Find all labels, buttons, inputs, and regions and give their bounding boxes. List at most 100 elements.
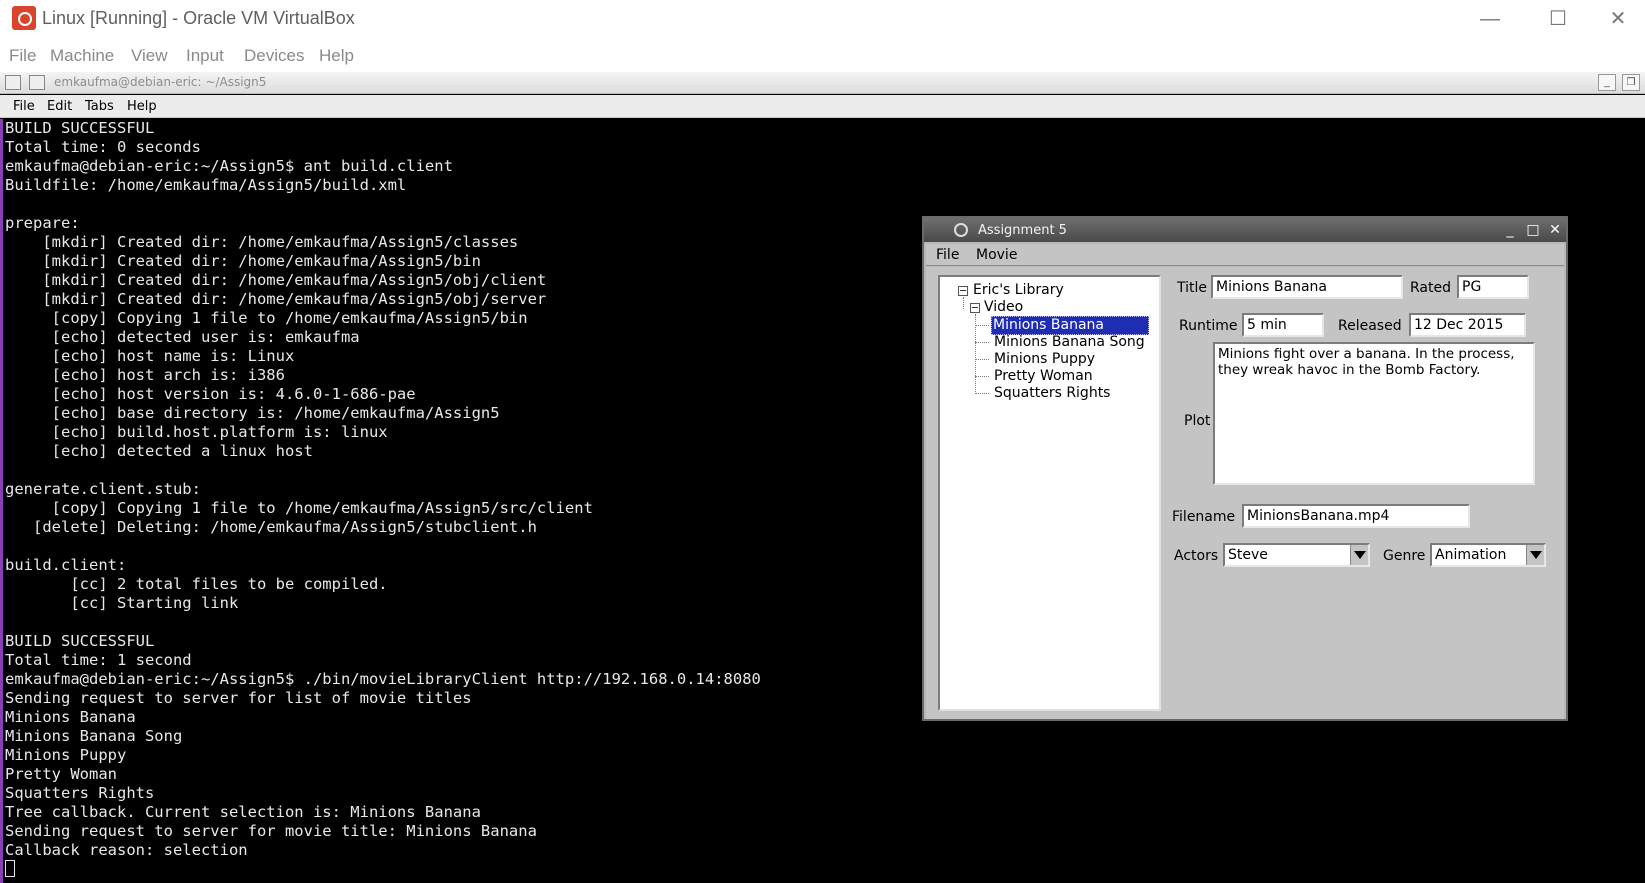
tree-item-minions-puppy[interactable]: Minions Puppy <box>994 351 1095 368</box>
vbox-menubar: File Machine View Input Devices Help <box>0 38 1645 72</box>
window-menu-icon[interactable] <box>954 223 968 237</box>
rated-label: Rated <box>1410 280 1451 296</box>
terminal-menu-tabs[interactable]: Tabs <box>85 99 114 114</box>
terminal-line: [copy] Copying 1 file to /home/emkaufma/… <box>5 499 593 517</box>
terminal-line: Buildfile: /home/emkaufma/Assign5/build.… <box>5 176 407 194</box>
terminal-cursor <box>5 860 761 879</box>
tree-item-minions-banana[interactable]: Minions Banana <box>991 316 1149 335</box>
terminal-line: Callback reason: selection <box>5 841 248 859</box>
vbox-titlebar: Linux [Running] - Oracle VM VirtualBox —… <box>0 0 1645 38</box>
terminal-menu-file[interactable]: File <box>13 99 35 114</box>
vbox-menu-file[interactable]: File <box>9 46 36 66</box>
terminal-line: Squatters Rights <box>5 784 155 802</box>
terminal-line: [cc] Starting link <box>5 594 239 612</box>
terminal-line: BUILD SUCCESSFUL <box>5 119 155 137</box>
terminal-line: Tree callback. Current selection is: Min… <box>5 803 481 821</box>
terminal-title: emkaufma@debian-eric: ~/Assign5 <box>54 75 267 89</box>
maximize-button[interactable]: ☐ <box>1538 4 1578 34</box>
actors-selected-value: Steve <box>1228 547 1268 563</box>
tree-category-node[interactable]: Video <box>984 299 1023 316</box>
terminal-minimize-button[interactable]: _ <box>1598 74 1616 91</box>
assignment-body: Eric's Library Video Minions Banana Mini… <box>926 267 1564 719</box>
terminal-line: [echo] host name is: Linux <box>5 347 295 365</box>
terminal-line: [mkdir] Created dir: /home/emkaufma/Assi… <box>5 233 519 251</box>
terminal-line: [mkdir] Created dir: /home/emkaufma/Assi… <box>5 271 547 289</box>
terminal-icon <box>5 75 21 90</box>
terminal-line: build.client: <box>5 556 127 574</box>
terminal-line: [copy] Copying 1 file to /home/emkaufma/… <box>5 309 528 327</box>
terminal-line: [echo] detected a linux host <box>5 442 313 460</box>
library-tree[interactable]: Eric's Library Video Minions Banana Mini… <box>938 275 1161 711</box>
assignment-menu-file[interactable]: File <box>936 247 959 263</box>
filename-field[interactable]: MinionsBanana.mp4 <box>1242 504 1470 528</box>
runtime-field[interactable]: 5 min <box>1242 313 1324 337</box>
actors-combobox[interactable]: Steve <box>1223 543 1370 567</box>
released-label: Released <box>1338 318 1402 334</box>
vbox-menu-input[interactable]: Input <box>186 46 224 66</box>
genre-selected-value: Animation <box>1435 547 1507 563</box>
terminal-line: Total time: 1 second <box>5 651 192 669</box>
runtime-label: Runtime <box>1179 318 1238 334</box>
terminal-line: Total time: 0 seconds <box>5 138 201 156</box>
assignment-close-button[interactable]: ✕ <box>1545 221 1565 239</box>
rated-field[interactable]: PG <box>1457 275 1529 299</box>
terminal-line: [echo] build.host.platform is: linux <box>5 423 388 441</box>
terminal-line: [mkdir] Created dir: /home/emkaufma/Assi… <box>5 252 481 270</box>
vbox-window-title: Linux [Running] - Oracle VM VirtualBox <box>42 8 355 28</box>
terminal-menubar: File Edit Tabs Help <box>0 95 1645 118</box>
terminal-line: Minions Puppy <box>5 746 127 764</box>
vbox-menu-devices[interactable]: Devices <box>244 46 304 66</box>
assignment-titlebar: Assignment 5 _ □ ✕ <box>924 218 1566 242</box>
tree-item-minions-banana-song[interactable]: Minions Banana Song <box>994 334 1145 351</box>
terminal-line: Sending request to server for list of mo… <box>5 689 472 707</box>
vbox-menu-view[interactable]: View <box>131 46 168 66</box>
terminal-line: Sending request to server for movie titl… <box>5 822 537 840</box>
tree-item-pretty-woman[interactable]: Pretty Woman <box>994 368 1093 385</box>
virtualbox-logo-icon <box>12 6 36 30</box>
terminal-restore-button[interactable]: ❐ <box>1622 74 1640 91</box>
terminal-line: [cc] 2 total files to be compiled. <box>5 575 388 593</box>
terminal-line: [echo] base directory is: /home/emkaufma… <box>5 404 500 422</box>
minimize-button[interactable]: — <box>1470 4 1510 34</box>
close-button[interactable]: ✕ <box>1598 4 1638 34</box>
assignment-menu-movie[interactable]: Movie <box>976 247 1017 263</box>
plot-textarea[interactable]: Minions fight over a banana. In the proc… <box>1213 342 1535 485</box>
assignment-menubar: File Movie <box>926 244 1564 266</box>
terminal-line: emkaufma@debian-eric:~/Assign5$ ./bin/mo… <box>5 670 761 688</box>
genre-label: Genre <box>1383 548 1426 564</box>
terminal-line: [delete] Deleting: /home/emkaufma/Assign… <box>5 518 537 536</box>
collapse-toggle-icon[interactable] <box>958 286 968 296</box>
dropdown-arrow-icon[interactable] <box>1350 545 1368 565</box>
vbox-menu-help[interactable]: Help <box>319 46 354 66</box>
terminal-line: [echo] host arch is: i386 <box>5 366 285 384</box>
terminal-line: emkaufma@debian-eric:~/Assign5$ ant buil… <box>5 157 453 175</box>
terminal-menu-help[interactable]: Help <box>127 99 157 114</box>
tree-item-squatters-rights[interactable]: Squatters Rights <box>994 385 1110 402</box>
terminal-titlebar: emkaufma@debian-eric: ~/Assign5 _ ❐ <box>0 72 1645 94</box>
terminal-line: [echo] host version is: 4.6.0-1-686-pae <box>5 385 416 403</box>
terminal-menu-edit[interactable]: Edit <box>47 99 72 114</box>
guest-screen: emkaufma@debian-eric: ~/Assign5 _ ❐ File… <box>0 72 1645 883</box>
assignment-minimize-button[interactable]: _ <box>1500 221 1520 239</box>
terminal-line: generate.client.stub: <box>5 480 201 498</box>
actors-label: Actors <box>1174 548 1219 564</box>
terminal-line: BUILD SUCCESSFUL <box>5 632 155 650</box>
tree-root-node[interactable]: Eric's Library <box>973 282 1064 299</box>
assignment-maximize-button[interactable]: □ <box>1523 221 1543 239</box>
title-label: Title <box>1177 280 1208 296</box>
vbox-menu-machine[interactable]: Machine <box>50 46 114 66</box>
terminal-line: Minions Banana Song <box>5 727 183 745</box>
assignment-window: Assignment 5 _ □ ✕ File Movie Eric's Lib… <box>922 216 1568 721</box>
released-field[interactable]: 12 Dec 2015 <box>1409 313 1526 337</box>
window-menu-icon[interactable] <box>29 75 45 90</box>
dropdown-arrow-icon[interactable] <box>1526 545 1544 565</box>
collapse-toggle-icon[interactable] <box>970 303 980 313</box>
title-field[interactable]: Minions Banana <box>1211 275 1403 299</box>
terminal-line: [mkdir] Created dir: /home/emkaufma/Assi… <box>5 290 547 308</box>
genre-combobox[interactable]: Animation <box>1430 543 1546 567</box>
filename-label: Filename <box>1172 509 1236 525</box>
